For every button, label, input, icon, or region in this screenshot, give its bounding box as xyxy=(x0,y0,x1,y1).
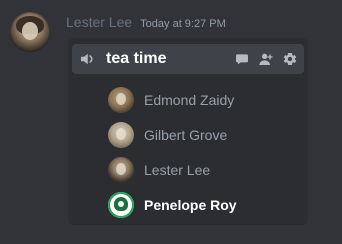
member-avatar-highlight xyxy=(116,127,126,140)
message-header: Lester Lee Today at 9:27 PM xyxy=(66,14,226,30)
author-avatar[interactable] xyxy=(10,12,50,52)
voice-member-active[interactable]: Penelope Roy xyxy=(108,187,298,222)
member-name: Gilbert Grove xyxy=(144,126,228,143)
member-avatar xyxy=(108,86,134,113)
author-username[interactable]: Lester Lee xyxy=(66,14,132,30)
voice-members-list: Edmond Zaidy Gilbert Grove Lester Lee Pe… xyxy=(108,82,298,222)
member-name-active: Penelope Roy xyxy=(144,196,237,213)
voice-member[interactable]: Lester Lee xyxy=(108,152,298,187)
member-avatar-highlight xyxy=(116,162,126,175)
gear-icon[interactable] xyxy=(282,51,298,67)
member-avatar-highlight xyxy=(116,92,126,105)
voice-channel-actions xyxy=(234,51,304,67)
message-timestamp: Today at 9:27 PM xyxy=(140,18,226,30)
member-avatar xyxy=(108,156,134,183)
member-avatar-speaking xyxy=(108,191,134,218)
chat-bubble-icon[interactable] xyxy=(234,51,250,67)
author-avatar-face xyxy=(22,22,38,40)
speaker-icon xyxy=(78,50,96,68)
voice-member[interactable]: Gilbert Grove xyxy=(108,117,298,152)
member-avatar-mark-dot xyxy=(118,200,124,207)
voice-channel-card: tea time Edmond Zaidy Gilbert Grove Lest… xyxy=(68,38,308,224)
voice-channel-header[interactable]: tea time xyxy=(72,44,304,74)
member-name: Lester Lee xyxy=(144,161,211,178)
message: Lester Lee Today at 9:27 PM tea time Edm… xyxy=(0,0,342,244)
voice-member[interactable]: Edmond Zaidy xyxy=(108,82,298,117)
member-name: Edmond Zaidy xyxy=(144,91,235,108)
voice-channel-name[interactable]: tea time xyxy=(106,50,234,68)
add-user-icon[interactable] xyxy=(258,51,274,67)
member-avatar xyxy=(108,121,134,148)
